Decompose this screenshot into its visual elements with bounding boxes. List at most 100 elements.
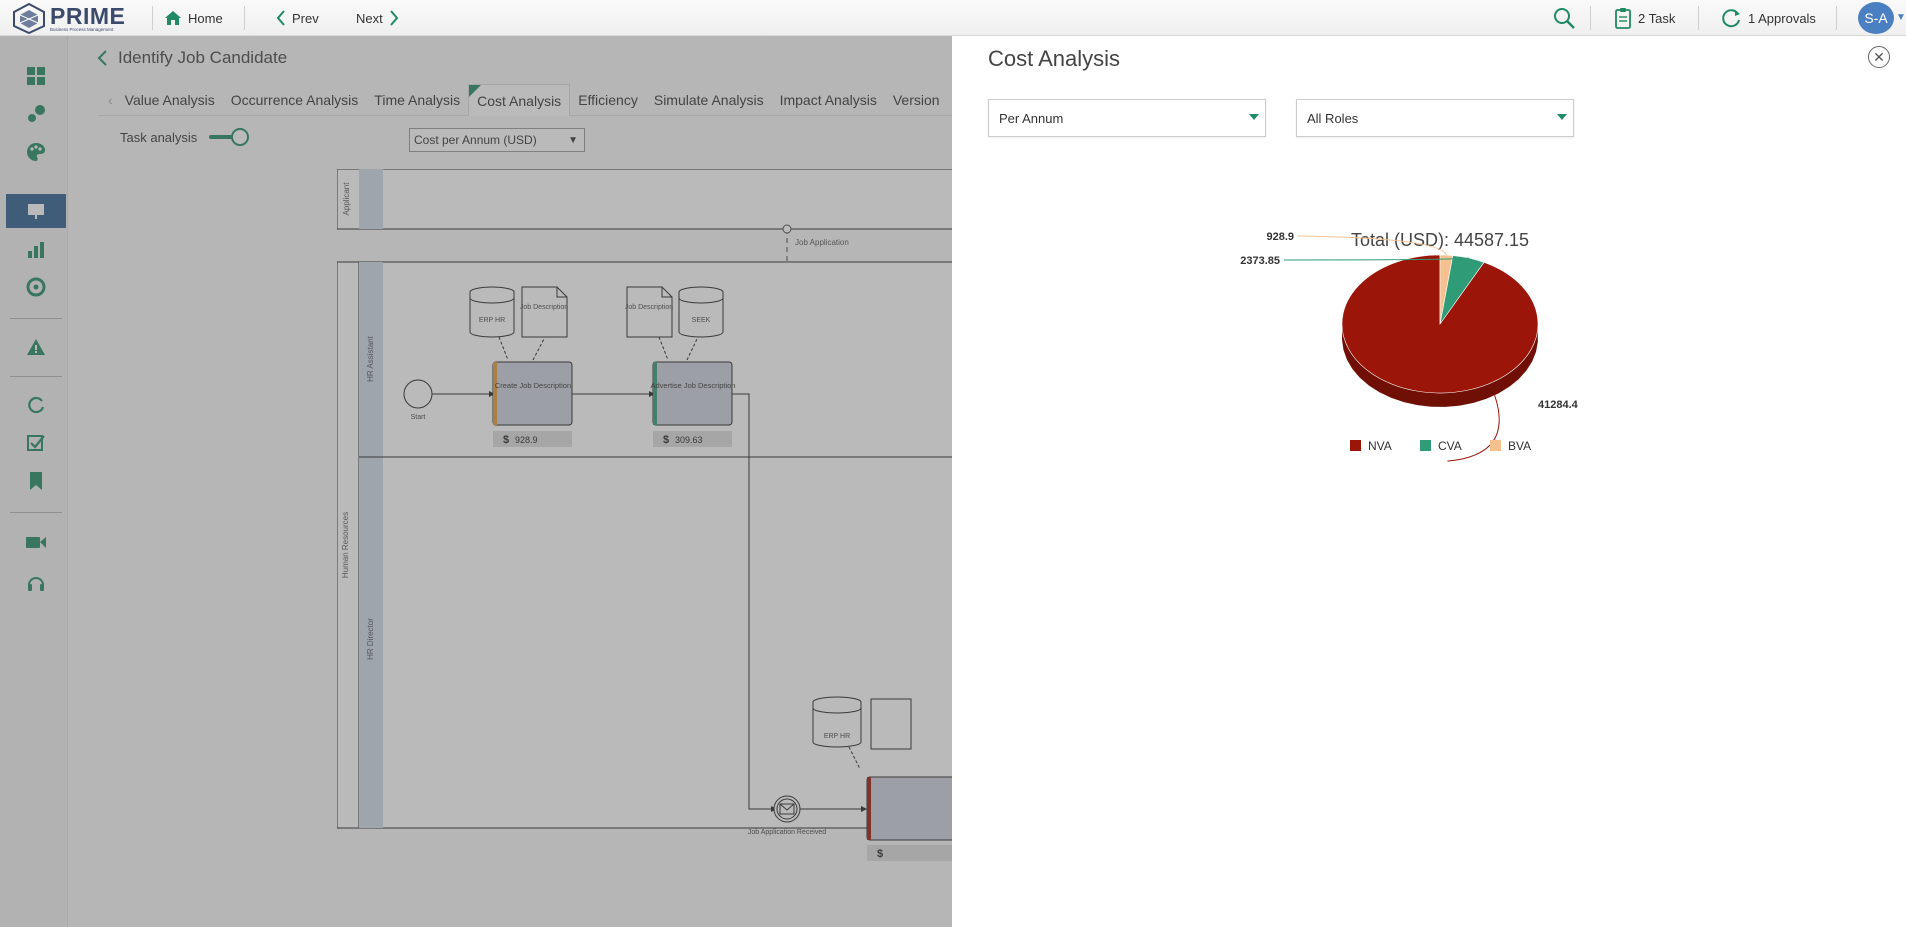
tasks-button[interactable]: 2 Task	[1614, 7, 1675, 29]
nav-dashboard[interactable]	[6, 59, 66, 93]
prime-logo-icon	[13, 2, 45, 34]
cost-type-select[interactable]: Cost per Annum (USD) ▼	[409, 128, 585, 152]
nav-process[interactable]	[6, 97, 66, 131]
chevron-down-icon	[1557, 114, 1567, 120]
event-job-application-received[interactable]	[773, 795, 801, 823]
biohazard-icon	[26, 277, 46, 297]
nav-support[interactable]	[6, 566, 66, 600]
currency-symbol: $	[663, 434, 669, 446]
legend-swatch	[1490, 440, 1501, 451]
task-create-job-description[interactable]: Create Job Description	[492, 361, 573, 426]
video-camera-icon	[26, 537, 46, 548]
bar-chart-icon	[28, 242, 44, 258]
lane-label-hr-director: HR Director	[366, 618, 375, 660]
next-button[interactable]: Next	[356, 7, 405, 29]
cycle-icon	[28, 396, 45, 414]
datastore-seek[interactable]: SEEK	[678, 286, 724, 338]
toolbar-divider	[1836, 6, 1837, 30]
chevron-down-icon	[1249, 114, 1259, 120]
nav-reports[interactable]	[6, 233, 66, 267]
nav-tasks[interactable]	[6, 426, 66, 460]
period-dropdown[interactable]: Per Annum	[988, 99, 1266, 137]
message-flow-label: Job Application	[795, 238, 849, 247]
roles-dropdown[interactable]: All Roles	[1296, 99, 1574, 137]
nav-design[interactable]	[6, 135, 66, 169]
home-button[interactable]: Home	[164, 7, 223, 29]
logo-subtitle: Business Process Management	[50, 26, 114, 32]
process-icon	[28, 105, 45, 122]
back-arrow-icon[interactable]	[96, 49, 108, 67]
search-button[interactable]	[1552, 7, 1582, 29]
nav-divider	[10, 512, 62, 513]
nav-bookmarks[interactable]	[6, 464, 66, 498]
toolbar-divider	[1590, 6, 1591, 30]
legend-swatch	[1350, 440, 1361, 451]
presentation-icon	[28, 204, 44, 219]
nav-analysis[interactable]	[6, 194, 66, 228]
checkbox-icon	[27, 435, 45, 451]
tab-value-analysis[interactable]: Value Analysis	[117, 84, 223, 116]
prev-button[interactable]: Prev	[276, 7, 319, 29]
app-logo[interactable]: PRIME Business Process Management	[12, 2, 125, 34]
nav-alerts[interactable]	[6, 330, 66, 364]
pool-label-human-resources: Human Resources	[341, 512, 350, 578]
chevron-down-icon: ▼	[568, 134, 578, 146]
legend-item[interactable]: CVA	[1438, 439, 1462, 453]
chevron-right-icon	[389, 10, 399, 26]
tab-impact-analysis[interactable]: Impact Analysis	[772, 84, 885, 116]
start-event[interactable]	[403, 379, 433, 409]
tab-version[interactable]: Version	[885, 84, 948, 116]
data-object-job-description[interactable]: Job Description	[520, 286, 568, 338]
chevron-down-icon[interactable]: ▼	[1896, 12, 1906, 23]
bookmark-icon	[30, 472, 42, 490]
toolbar-divider	[244, 6, 245, 30]
close-icon[interactable]: ✕	[1868, 46, 1890, 68]
task-analysis-toggle[interactable]	[209, 128, 250, 146]
tab-time-analysis[interactable]: Time Analysis	[366, 84, 468, 116]
refresh-icon	[1722, 9, 1740, 28]
applicant-pool	[337, 169, 952, 230]
task-advertise-job-description[interactable]: Advertise Job Description	[650, 361, 736, 426]
data-object-job-description[interactable]: Job Description	[625, 286, 673, 338]
legend-item[interactable]: NVA	[1368, 439, 1392, 453]
tasks-label: 2 Task	[1638, 10, 1676, 26]
start-event-label: Start	[411, 414, 426, 421]
logo-text: PRIME	[50, 2, 126, 29]
task-partial[interactable]	[866, 776, 952, 841]
data-object-label: Job Description	[520, 304, 568, 311]
home-icon	[165, 11, 181, 25]
nav-risk[interactable]	[6, 270, 66, 304]
currency-symbol: $	[503, 434, 509, 446]
cost-analysis-panel: Cost Analysis ✕ Per Annum All Roles Tota…	[952, 36, 1906, 927]
top-bar: PRIME Business Process Management Home P…	[0, 0, 1906, 36]
tabs-scroll-left-icon[interactable]: ‹	[98, 92, 113, 108]
toolbar-divider	[1698, 6, 1699, 30]
user-avatar[interactable]: S-A	[1858, 2, 1894, 34]
event-label: Job Application Received	[748, 829, 826, 836]
data-object-partial	[870, 698, 912, 750]
tab-simulate-analysis[interactable]: Simulate Analysis	[646, 84, 772, 116]
roles-dropdown-value: All Roles	[1307, 110, 1359, 126]
palette-icon	[27, 143, 45, 161]
tab-efficiency[interactable]: Efficiency	[570, 84, 646, 116]
approvals-button[interactable]: 1 Approvals	[1720, 7, 1816, 29]
prev-label: Prev	[292, 10, 319, 26]
tab-cost-analysis[interactable]: Cost Analysis	[468, 83, 571, 116]
page-header: Identify Job Candidate	[96, 48, 287, 68]
page-title: Identify Job Candidate	[118, 48, 288, 67]
nav-cycle[interactable]	[6, 388, 66, 422]
lane-label-hr-assistant: HR Assistant	[366, 335, 375, 382]
datastore-erp-hr[interactable]: ERP HR	[812, 696, 862, 748]
search-icon	[1554, 8, 1575, 29]
tab-occurrence-analysis[interactable]: Occurrence Analysis	[223, 84, 367, 116]
data-label: 41284.4	[1538, 399, 1579, 411]
nav-video[interactable]	[6, 525, 66, 559]
datastore-erp-hr[interactable]: ERP HR	[469, 286, 515, 338]
home-label: Home	[188, 10, 223, 26]
legend-item[interactable]: BVA	[1508, 439, 1531, 453]
approvals-label: 1 Approvals	[1748, 10, 1816, 26]
clipboard-icon	[1615, 8, 1631, 29]
data-label: 2373.85	[1240, 255, 1280, 267]
chevron-left-icon	[276, 10, 285, 26]
process-diagram: Applicant Job Application Human Resource…	[337, 169, 952, 861]
